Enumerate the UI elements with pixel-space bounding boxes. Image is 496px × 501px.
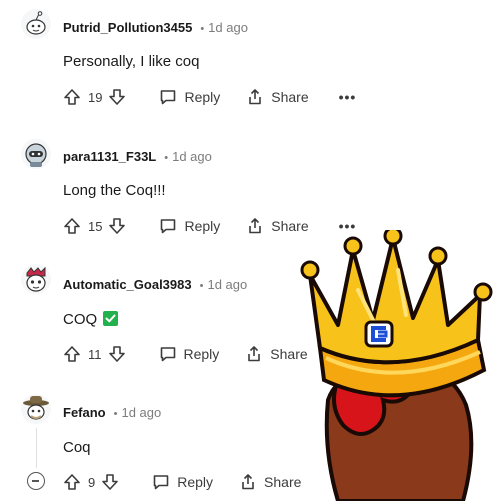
share-icon bbox=[246, 217, 264, 235]
share-label: Share bbox=[271, 89, 309, 105]
reply-button[interactable]: Reply bbox=[152, 473, 213, 491]
comment-body: COQ bbox=[63, 310, 119, 330]
reply-button[interactable]: Reply bbox=[159, 217, 220, 235]
comment-body: Long the Coq!!! bbox=[63, 182, 166, 199]
vote-group: 11 bbox=[63, 345, 126, 363]
downvote-icon[interactable] bbox=[108, 217, 126, 235]
snoo-avatar-icon bbox=[21, 394, 51, 424]
reply-icon bbox=[159, 88, 177, 106]
vote-count: 15 bbox=[88, 218, 103, 234]
username[interactable]: para1131_F33L bbox=[63, 149, 156, 164]
thread-line[interactable] bbox=[36, 428, 37, 468]
reply-button[interactable]: Reply bbox=[159, 345, 220, 363]
meta-separator: • bbox=[199, 280, 204, 292]
comment-actions: 9 Reply Share bbox=[63, 470, 301, 494]
upvote-icon[interactable] bbox=[63, 473, 81, 491]
timestamp: 1d ago bbox=[172, 149, 212, 164]
comment-meta: Putrid_Pollution3455 • 1d ago bbox=[63, 19, 248, 38]
share-button[interactable]: Share bbox=[246, 88, 309, 106]
downvote-icon[interactable] bbox=[101, 473, 119, 491]
collapse-icon[interactable] bbox=[27, 472, 45, 490]
username[interactable]: Automatic_Goal3983 bbox=[63, 277, 192, 292]
share-icon bbox=[239, 473, 257, 491]
share-icon bbox=[245, 345, 263, 363]
snoo-avatar-icon bbox=[21, 9, 51, 39]
reply-icon bbox=[152, 473, 170, 491]
crown-sticker bbox=[298, 230, 496, 501]
downvote-icon[interactable] bbox=[108, 345, 126, 363]
reply-button[interactable]: Reply bbox=[159, 88, 220, 106]
avatar[interactable] bbox=[20, 8, 52, 40]
upvote-icon[interactable] bbox=[63, 88, 81, 106]
vote-group: 9 bbox=[63, 473, 119, 491]
reply-label: Reply bbox=[183, 346, 220, 362]
reply-icon bbox=[159, 345, 177, 363]
reply-label: Reply bbox=[184, 89, 221, 105]
vote-count: 11 bbox=[88, 346, 102, 362]
comment-meta: Fefano • 1d ago bbox=[63, 404, 161, 423]
more-options-button[interactable]: ••• bbox=[339, 89, 357, 105]
meta-separator: • bbox=[164, 152, 169, 164]
timestamp: 1d ago bbox=[121, 405, 162, 420]
share-label: Share bbox=[264, 474, 302, 490]
comment-body: Coq bbox=[63, 439, 91, 456]
meta-separator: • bbox=[200, 23, 205, 35]
checkmark-icon bbox=[103, 311, 119, 326]
comment-body: Personally, I like coq bbox=[63, 53, 200, 70]
upvote-icon[interactable] bbox=[63, 217, 81, 235]
vote-count: 9 bbox=[88, 474, 96, 490]
comment-text: COQ bbox=[63, 311, 98, 328]
snoo-avatar-icon bbox=[21, 264, 51, 294]
timestamp: 1d ago bbox=[207, 277, 248, 292]
timestamp: 1d ago bbox=[208, 20, 248, 35]
reply-label: Reply bbox=[177, 474, 214, 490]
username[interactable]: Putrid_Pollution3455 bbox=[63, 20, 192, 35]
comment-meta: Automatic_Goal3983 • 1d ago bbox=[63, 276, 247, 295]
vote-group: 19 bbox=[63, 88, 126, 106]
reply-label: Reply bbox=[184, 218, 221, 234]
avatar[interactable] bbox=[20, 138, 52, 170]
avatar[interactable] bbox=[20, 393, 52, 425]
vote-group: 15 bbox=[63, 217, 126, 235]
avatar[interactable] bbox=[20, 263, 52, 295]
meta-separator: • bbox=[113, 408, 118, 420]
share-icon bbox=[246, 88, 264, 106]
username[interactable]: Fefano bbox=[63, 405, 106, 420]
comment-meta: para1131_F33L • 1d ago bbox=[63, 148, 212, 167]
share-button[interactable]: Share bbox=[239, 473, 301, 491]
upvote-icon[interactable] bbox=[63, 345, 81, 363]
snoo-avatar-icon bbox=[21, 139, 51, 169]
vote-count: 19 bbox=[88, 89, 103, 105]
comment-actions: 19 Reply Share ••• bbox=[63, 85, 356, 109]
reply-icon bbox=[159, 217, 177, 235]
downvote-icon[interactable] bbox=[108, 88, 126, 106]
